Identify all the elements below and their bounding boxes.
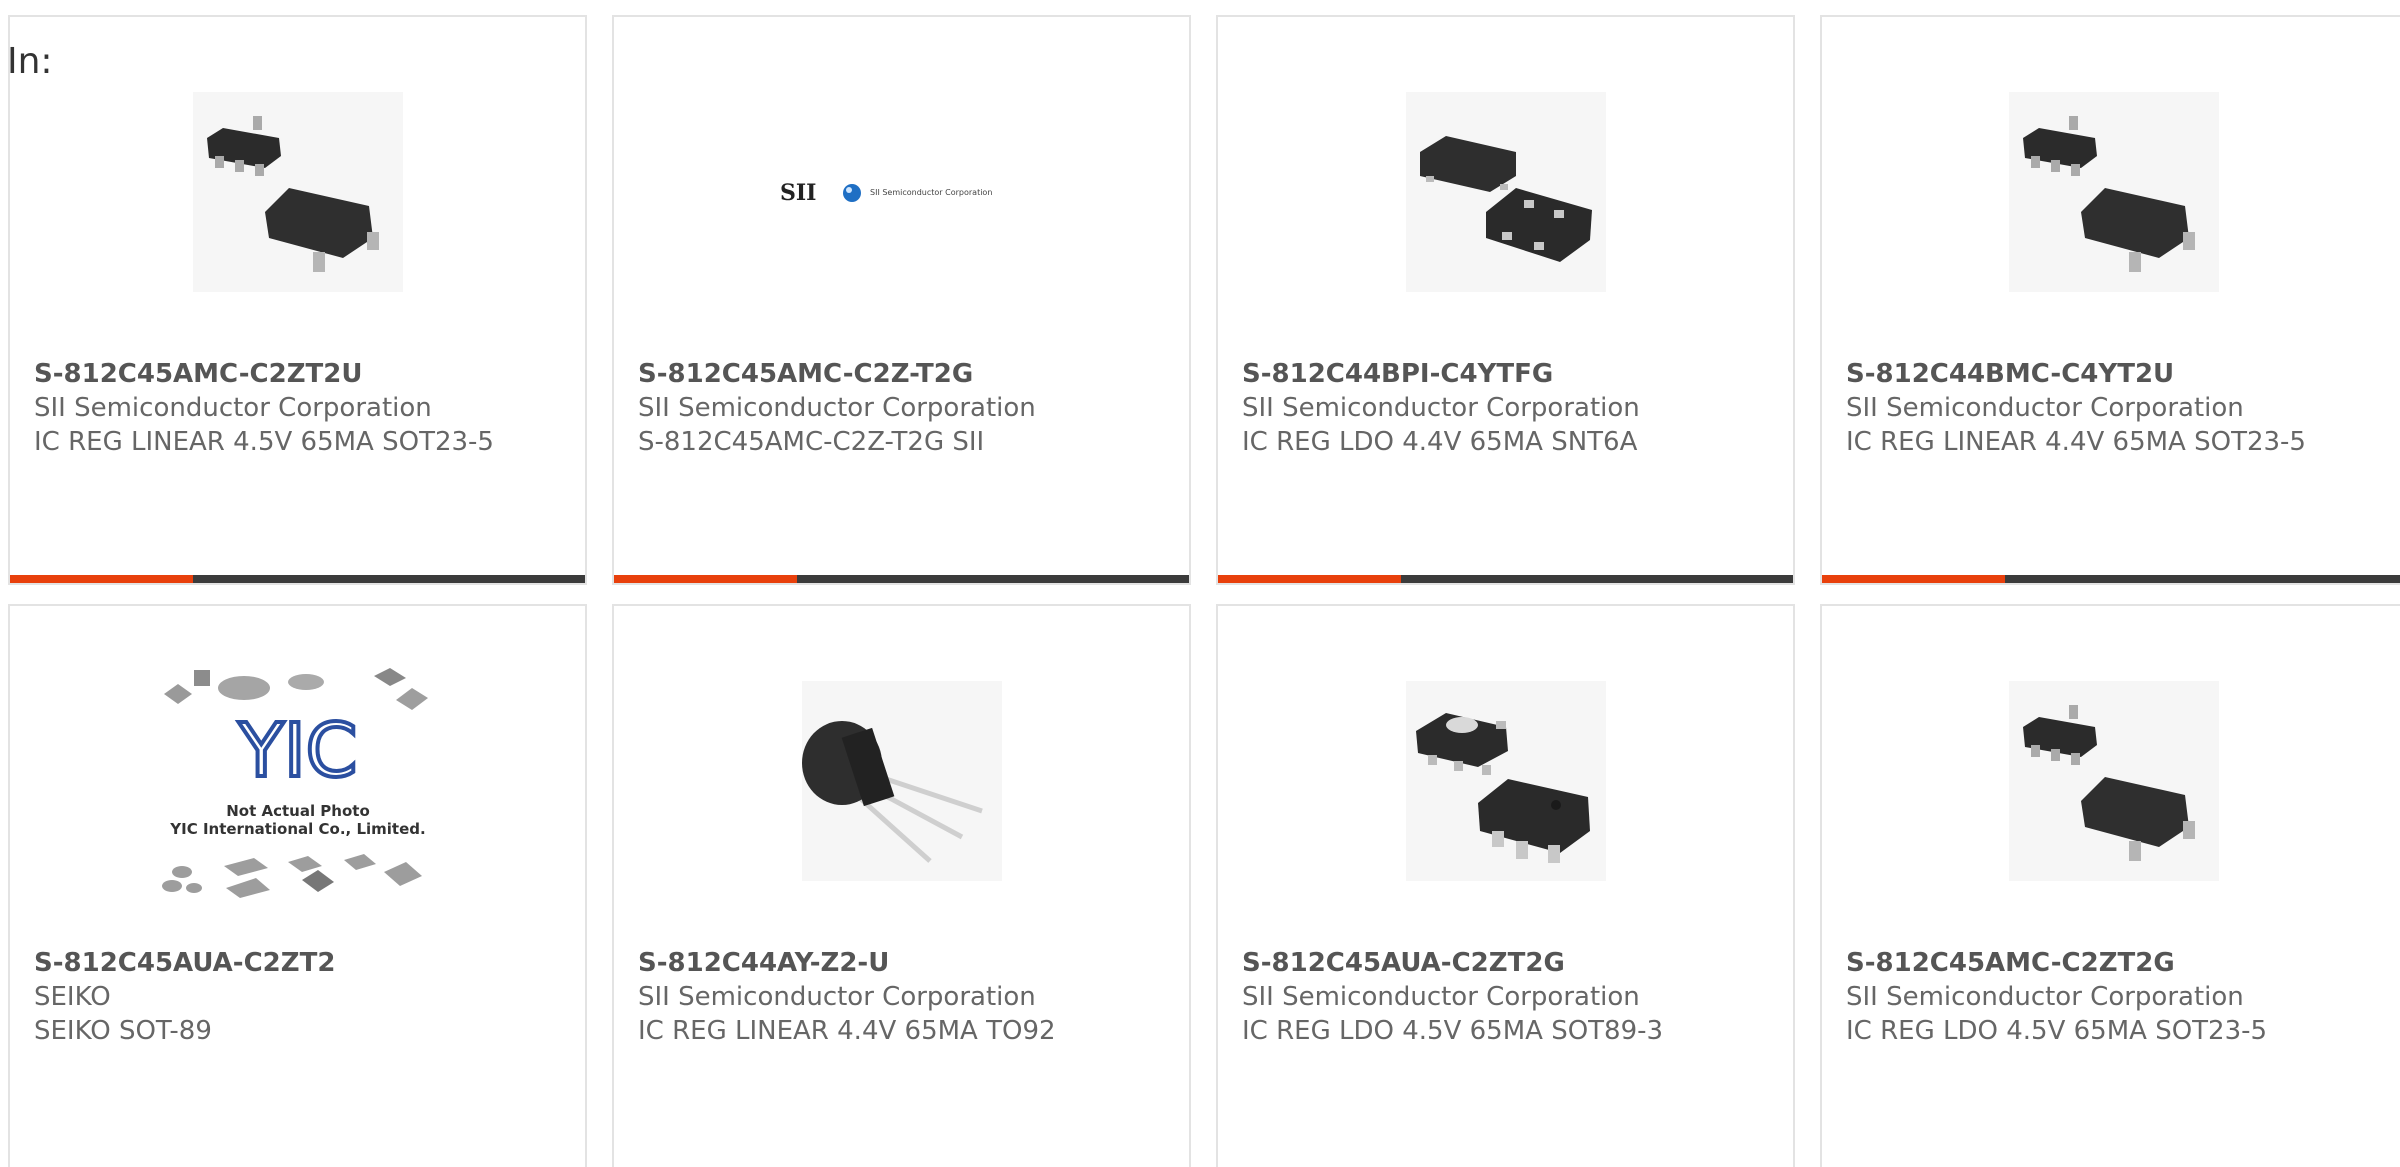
product-card[interactable]: S-812C45AMC-C2ZT2U SII Semiconductor Cor… bbox=[8, 15, 587, 585]
part-number-link[interactable]: S-812C45AMC-C2ZT2U bbox=[34, 357, 565, 391]
product-card[interactable]: S-812C45AMC-C2ZT2G SII Semiconductor Cor… bbox=[1820, 604, 2400, 1167]
part-number-link[interactable]: S-812C45AUA-C2ZT2G bbox=[1242, 946, 1773, 980]
product-image-sii-logo[interactable]: SII SII Semiconductor Corporation bbox=[614, 77, 1189, 307]
logo-text: YIC bbox=[237, 708, 357, 794]
description: S-812C45AMC-C2Z-T2G SII bbox=[638, 427, 985, 457]
description: IC REG LDO 4.4V 65MA SNT6A bbox=[1242, 427, 1638, 457]
product-image-to92[interactable] bbox=[614, 666, 1189, 896]
part-number-link[interactable]: S-812C44BMC-C4YT2U bbox=[1846, 357, 2386, 391]
card-accent-bar bbox=[1218, 575, 1793, 583]
product-card[interactable]: SII SII Semiconductor Corporation S-812C… bbox=[612, 15, 1191, 585]
product-info: S-812C44BPI-C4YTFG SII Semiconductor Cor… bbox=[1242, 357, 1773, 459]
product-image-sot23-5[interactable] bbox=[10, 77, 585, 307]
description: IC REG LDO 4.5V 65MA SOT23-5 bbox=[1846, 1016, 2268, 1046]
product-info: S-812C45AUA-C2ZT2 SEIKO SEIKO SOT-89 bbox=[34, 946, 565, 1048]
description: SEIKO SOT-89 bbox=[34, 1016, 212, 1046]
part-number-link[interactable]: S-812C44BPI-C4YTFG bbox=[1242, 357, 1773, 391]
description: IC REG LINEAR 4.4V 65MA SOT23-5 bbox=[1846, 427, 2306, 457]
product-card[interactable]: S-812C45AUA-C2ZT2G SII Semiconductor Cor… bbox=[1216, 604, 1795, 1167]
product-grid: S-812C45AMC-C2ZT2U SII Semiconductor Cor… bbox=[8, 15, 2400, 1167]
placeholder-line2: YIC International Co., Limited. bbox=[169, 820, 425, 838]
description: IC REG LINEAR 4.5V 65MA SOT23-5 bbox=[34, 427, 494, 457]
product-card[interactable]: S-812C44AY-Z2-U SII Semiconductor Corpor… bbox=[612, 604, 1191, 1167]
part-number-link[interactable]: S-812C45AMC-C2ZT2G bbox=[1846, 946, 2386, 980]
product-info: S-812C45AMC-C2Z-T2G SII Semiconductor Co… bbox=[638, 357, 1169, 459]
in-label: In: bbox=[7, 41, 53, 82]
product-info: S-812C45AUA-C2ZT2G SII Semiconductor Cor… bbox=[1242, 946, 1773, 1048]
description: IC REG LINEAR 4.4V 65MA TO92 bbox=[638, 1016, 1056, 1046]
logo-text: SII bbox=[780, 180, 816, 206]
product-card[interactable]: YIC Not Actual Photo YIC International C… bbox=[8, 604, 587, 1167]
manufacturer: SII Semiconductor Corporation bbox=[34, 393, 432, 423]
product-image-snt6a[interactable] bbox=[1218, 77, 1793, 307]
card-accent-bar bbox=[10, 575, 585, 583]
card-accent-bar bbox=[614, 575, 1189, 583]
product-image-yic-placeholder[interactable]: YIC Not Actual Photo YIC International C… bbox=[10, 656, 585, 916]
manufacturer: SII Semiconductor Corporation bbox=[638, 982, 1036, 1012]
product-info: S-812C44AY-Z2-U SII Semiconductor Corpor… bbox=[638, 946, 1169, 1048]
product-image-sot23-5[interactable] bbox=[1822, 666, 2400, 896]
product-info: S-812C45AMC-C2ZT2G SII Semiconductor Cor… bbox=[1846, 946, 2386, 1048]
manufacturer: SII Semiconductor Corporation bbox=[1242, 982, 1640, 1012]
manufacturer: SII Semiconductor Corporation bbox=[1242, 393, 1640, 423]
part-number-link[interactable]: S-812C45AMC-C2Z-T2G bbox=[638, 357, 1169, 391]
product-image-sot23-5[interactable] bbox=[1822, 77, 2400, 307]
product-card[interactable]: S-812C44BMC-C4YT2U SII Semiconductor Cor… bbox=[1820, 15, 2400, 585]
manufacturer: SII Semiconductor Corporation bbox=[638, 393, 1036, 423]
product-info: S-812C45AMC-C2ZT2U SII Semiconductor Cor… bbox=[34, 357, 565, 459]
manufacturer: SII Semiconductor Corporation bbox=[1846, 393, 2244, 423]
product-results-page: In: S-812C45AMC-C2ZT2U SII Semiconductor… bbox=[0, 0, 2400, 1167]
description: IC REG LDO 4.5V 65MA SOT89-3 bbox=[1242, 1016, 1664, 1046]
product-info: S-812C44BMC-C4YT2U SII Semiconductor Cor… bbox=[1846, 357, 2386, 459]
manufacturer: SEIKO bbox=[34, 982, 111, 1012]
part-number-link[interactable]: S-812C45AUA-C2ZT2 bbox=[34, 946, 565, 980]
logo-subtext: SII Semiconductor Corporation bbox=[870, 188, 992, 197]
manufacturer: SII Semiconductor Corporation bbox=[1846, 982, 2244, 1012]
placeholder-line1: Not Actual Photo bbox=[226, 802, 370, 820]
product-card[interactable]: S-812C44BPI-C4YTFG SII Semiconductor Cor… bbox=[1216, 15, 1795, 585]
card-accent-bar bbox=[1822, 575, 2400, 583]
part-number-link[interactable]: S-812C44AY-Z2-U bbox=[638, 946, 1169, 980]
product-image-sot89-3[interactable] bbox=[1218, 666, 1793, 896]
